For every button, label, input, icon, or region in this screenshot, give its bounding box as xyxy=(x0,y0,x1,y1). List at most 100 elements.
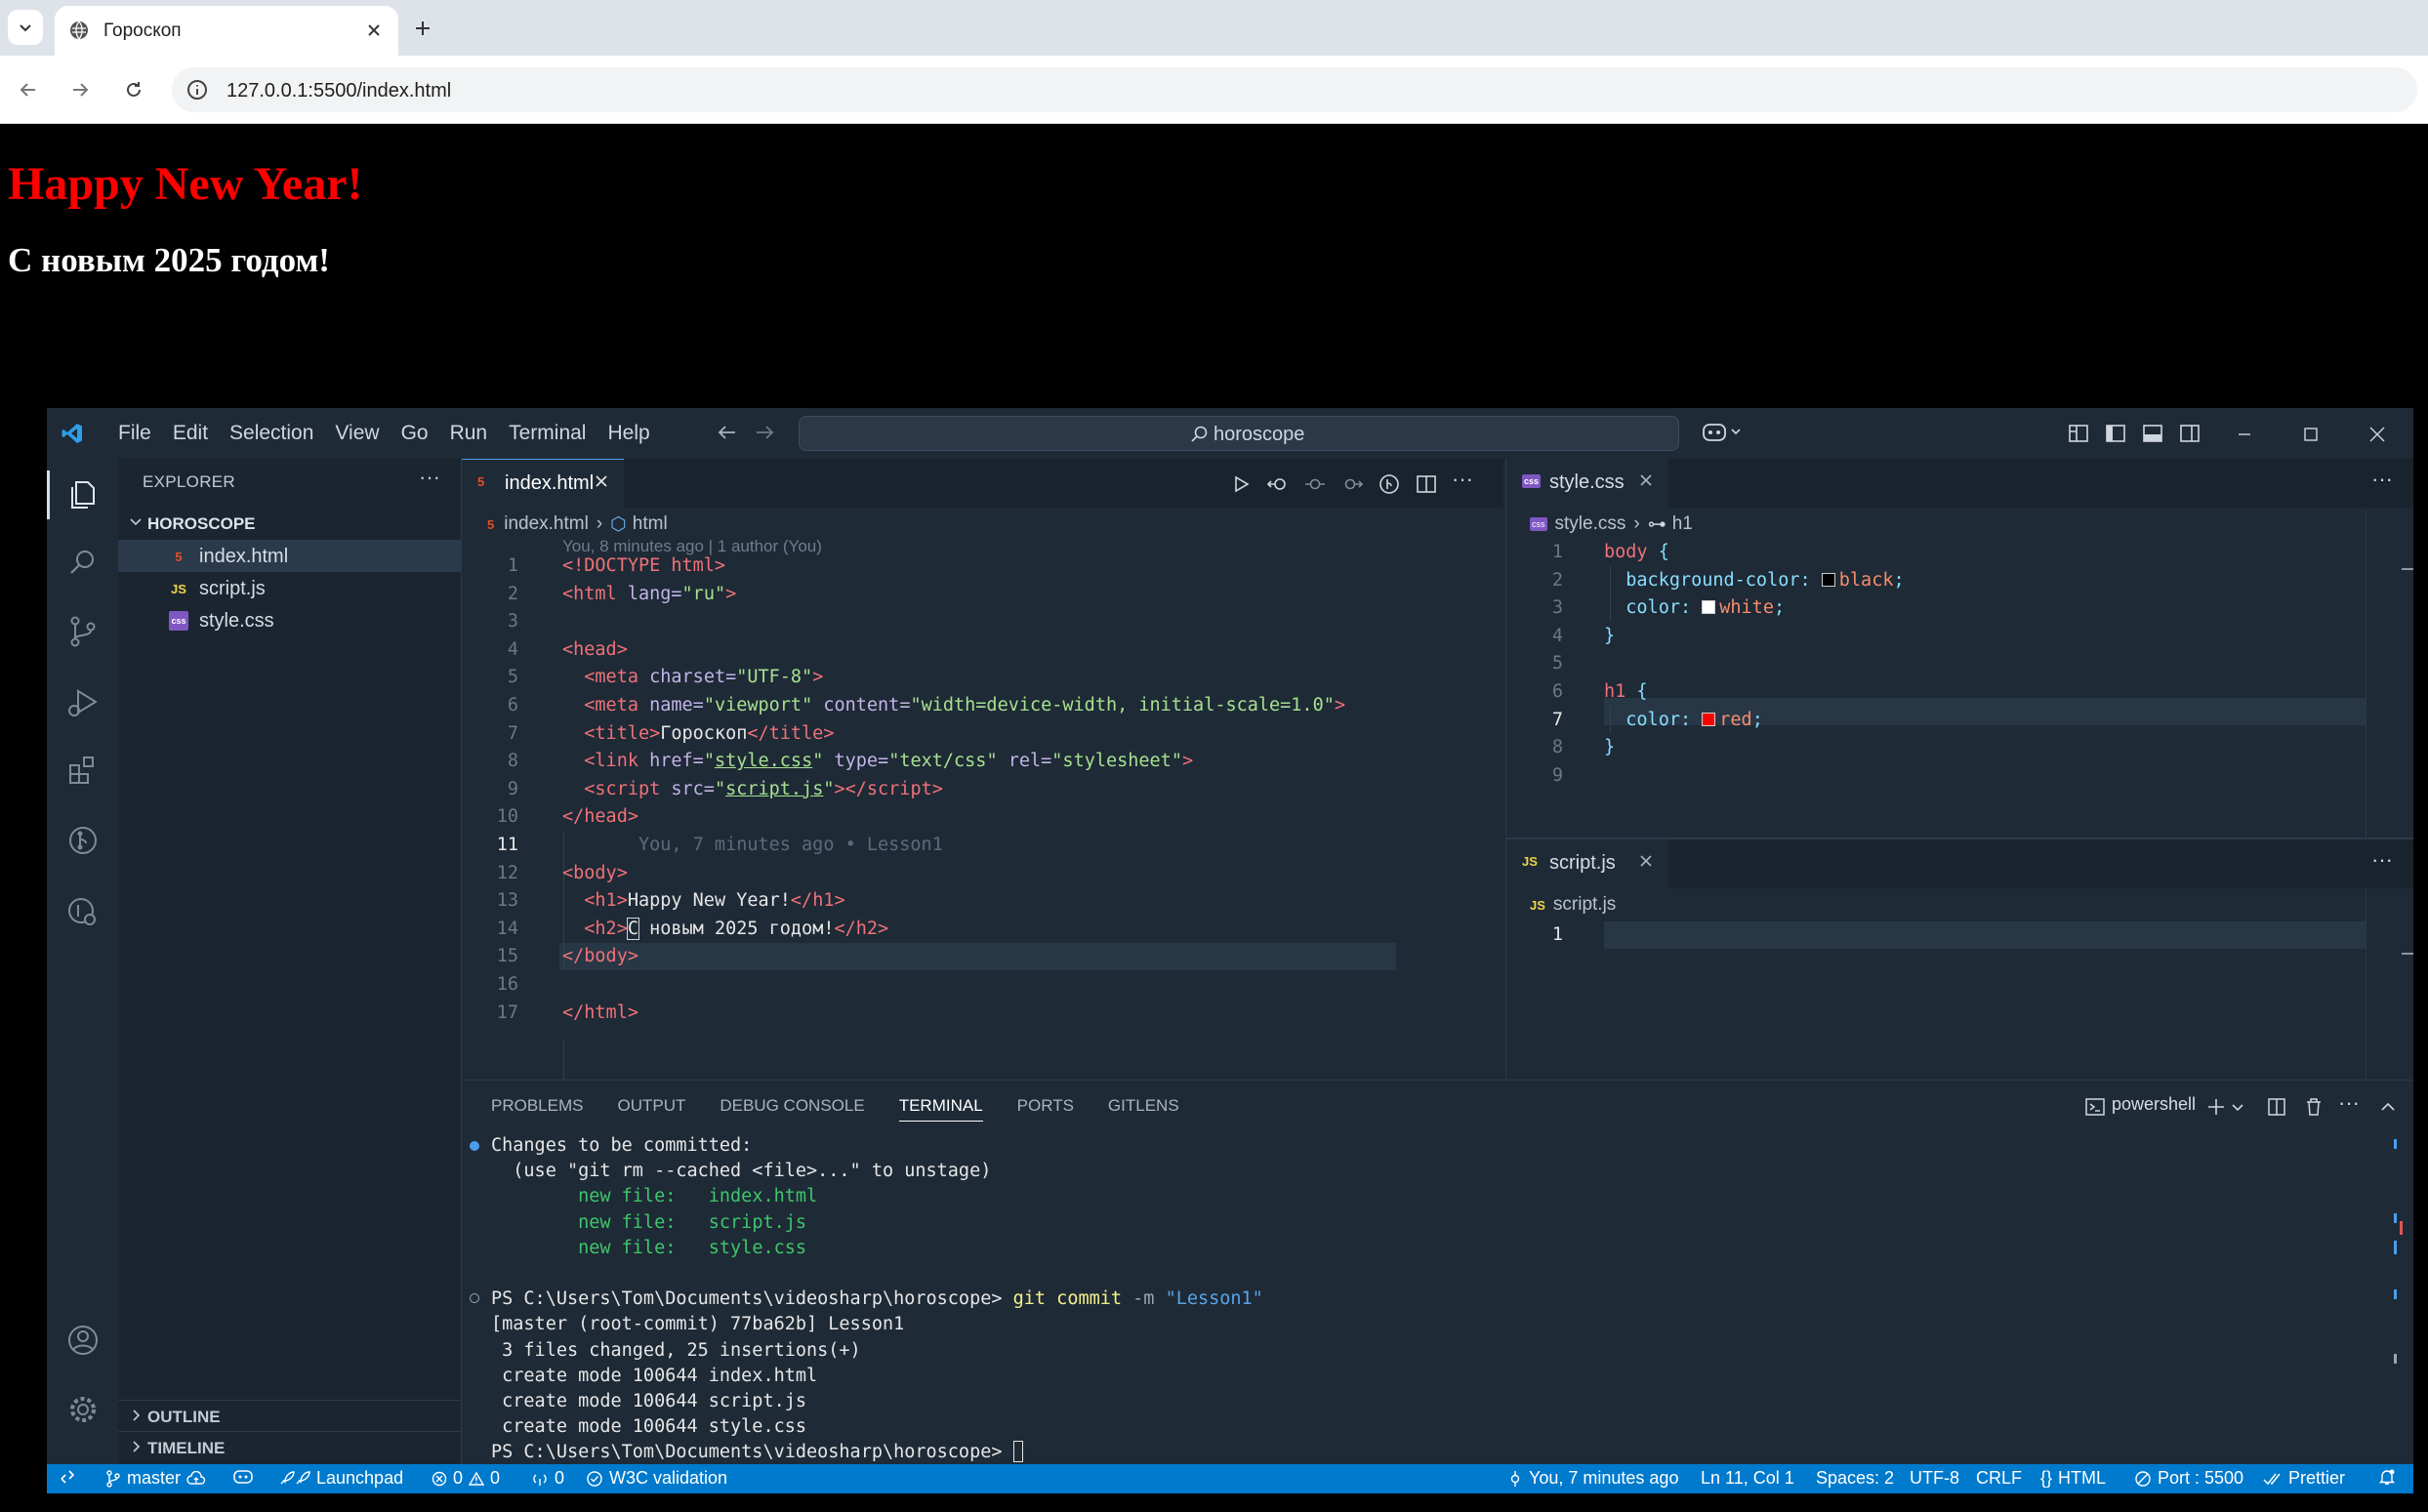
menu-view[interactable]: View xyxy=(324,422,390,445)
chevron-down-icon[interactable] xyxy=(2227,1096,2248,1118)
branch-indicator[interactable]: master xyxy=(105,1468,206,1489)
language-mode[interactable]: {} HTML xyxy=(2040,1468,2106,1489)
minimize-button[interactable] xyxy=(2230,420,2259,449)
close-icon[interactable] xyxy=(1637,471,1655,489)
close-icon[interactable] xyxy=(593,472,610,490)
terminal-output[interactable]: Changes to be committed: (use "git rm --… xyxy=(491,1133,1263,1466)
explorer-icon[interactable] xyxy=(64,476,102,513)
more-actions-icon[interactable]: ··· xyxy=(2338,1090,2360,1115)
toggle-primary-sidebar-icon[interactable] xyxy=(2105,423,2126,444)
tab-close-button[interactable] xyxy=(361,18,387,43)
notifications-button[interactable] xyxy=(2378,1468,2396,1486)
tab-ports[interactable]: PORTS xyxy=(1017,1081,1074,1131)
tab-script-js[interactable]: JS script.js xyxy=(1506,839,1668,888)
tab-debug-console[interactable]: DEBUG CONSOLE xyxy=(720,1081,864,1131)
gitlens-inspect-icon[interactable] xyxy=(1378,472,1401,496)
customize-layout-icon[interactable] xyxy=(2068,423,2089,444)
menu-help[interactable]: Help xyxy=(597,422,660,445)
extensions-icon[interactable] xyxy=(64,752,102,789)
back-button[interactable] xyxy=(10,71,47,108)
maximize-button[interactable] xyxy=(2296,420,2325,449)
live-server-status[interactable]: Port : 5500 xyxy=(2134,1468,2243,1489)
terminal-name[interactable]: powershell xyxy=(2112,1094,2196,1115)
minimap[interactable] xyxy=(2366,510,2413,838)
tab-terminal[interactable]: TERMINAL xyxy=(898,1081,983,1131)
new-tab-button[interactable] xyxy=(408,14,437,43)
split-editor-icon[interactable] xyxy=(1415,472,1438,496)
menu-file[interactable]: File xyxy=(107,422,162,445)
terminal-scrollbar[interactable] xyxy=(2390,1133,2404,1455)
code-editor-style[interactable]: body { background-color: black; color: w… xyxy=(1604,539,1905,762)
menu-go[interactable]: Go xyxy=(391,422,439,445)
arrow-left-icon[interactable] xyxy=(715,420,740,445)
file-index-html[interactable]: 5 index.html xyxy=(118,540,462,572)
menu-terminal[interactable]: Terminal xyxy=(498,422,597,445)
tab-index-html[interactable]: 5 index.html xyxy=(462,459,624,508)
code-editor-index[interactable]: <!DOCTYPE html> <html lang="ru"> <head> … xyxy=(562,552,1345,1027)
w3c-validation-status[interactable]: W3C validation xyxy=(586,1468,727,1489)
address-bar[interactable]: 127.0.0.1:5500/index.html xyxy=(172,67,2417,112)
previous-change-icon[interactable] xyxy=(1303,472,1327,496)
eol-status[interactable]: CRLF xyxy=(1976,1468,2022,1489)
breadcrumb-file[interactable]: style.css xyxy=(1555,513,1626,535)
command-center-search[interactable]: horoscope xyxy=(799,416,1679,451)
tab-gitlens[interactable]: GITLENS xyxy=(1108,1081,1179,1131)
tab-output[interactable]: OUTPUT xyxy=(617,1081,685,1131)
close-icon[interactable] xyxy=(1637,852,1655,870)
problems-status[interactable]: 0 0 xyxy=(432,1468,500,1489)
breadcrumb-symbol[interactable]: h1 xyxy=(1672,513,1693,535)
more-actions-icon[interactable]: ··· xyxy=(2371,467,2393,492)
open-changes-icon[interactable] xyxy=(1266,472,1290,496)
url-text[interactable]: 127.0.0.1:5500/index.html xyxy=(226,80,451,102)
ports-status[interactable]: 0 xyxy=(531,1468,564,1489)
prettier-status[interactable]: Prettier xyxy=(2263,1468,2345,1489)
minimap[interactable] xyxy=(2366,888,2413,1080)
copilot-icon[interactable] xyxy=(1701,420,1744,445)
remote-explorer-icon[interactable] xyxy=(64,892,102,929)
tab-problems[interactable]: PROBLEMS xyxy=(491,1081,583,1131)
arrow-right-icon[interactable] xyxy=(752,420,777,445)
gitlens-blame-status[interactable]: You, 7 minutes ago xyxy=(1507,1468,1678,1489)
search-icon[interactable] xyxy=(64,545,102,582)
more-actions-icon[interactable]: ··· xyxy=(2371,847,2393,873)
accounts-icon[interactable] xyxy=(64,1322,102,1359)
more-actions-icon[interactable]: ··· xyxy=(419,465,440,490)
toggle-secondary-sidebar-icon[interactable] xyxy=(2179,423,2201,444)
folder-horoscope[interactable]: HOROSCOPE xyxy=(118,510,462,539)
trash-icon[interactable] xyxy=(2303,1096,2325,1118)
timeline-section[interactable]: TIMELINE xyxy=(118,1431,462,1462)
breadcrumb-file[interactable]: index.html xyxy=(504,513,589,535)
forward-button[interactable] xyxy=(62,71,99,108)
more-actions-icon[interactable]: ··· xyxy=(1452,467,1475,491)
tab-style-css[interactable]: css style.css xyxy=(1506,459,1668,508)
menu-selection[interactable]: Selection xyxy=(219,422,324,445)
indentation-status[interactable]: Spaces: 2 xyxy=(1816,1468,1894,1489)
split-terminal-icon[interactable] xyxy=(2266,1096,2287,1118)
gear-icon[interactable] xyxy=(64,1391,102,1428)
reload-button[interactable] xyxy=(115,71,152,108)
run-icon[interactable] xyxy=(1229,472,1253,496)
encoding-status[interactable]: UTF-8 xyxy=(1910,1468,1959,1489)
file-style-css[interactable]: css style.css xyxy=(118,604,462,636)
cursor-position[interactable]: Ln 11, Col 1 xyxy=(1701,1468,1794,1489)
plus-icon[interactable] xyxy=(2205,1096,2227,1118)
file-script-js[interactable]: JS script.js xyxy=(118,572,462,604)
menu-run[interactable]: Run xyxy=(439,422,499,445)
copilot-status[interactable] xyxy=(232,1468,254,1486)
next-change-icon[interactable] xyxy=(1340,472,1364,496)
run-debug-icon[interactable] xyxy=(64,683,102,720)
breadcrumb-symbol[interactable]: html xyxy=(633,513,668,535)
browser-tab[interactable]: Гороскоп xyxy=(55,6,398,56)
info-icon[interactable] xyxy=(185,78,209,102)
outline-section[interactable]: OUTLINE xyxy=(118,1400,462,1431)
gitlens-icon[interactable] xyxy=(64,822,102,859)
source-control-icon[interactable] xyxy=(64,613,102,650)
close-window-button[interactable] xyxy=(2363,420,2392,449)
launchpad-status[interactable]: Launchpad xyxy=(277,1468,403,1489)
breadcrumb-file[interactable]: script.js xyxy=(1553,894,1616,916)
menu-edit[interactable]: Edit xyxy=(162,422,219,445)
remote-indicator[interactable] xyxy=(59,1468,76,1486)
maximize-panel-icon[interactable] xyxy=(2377,1096,2399,1118)
tab-search-button[interactable] xyxy=(8,10,43,45)
toggle-panel-icon[interactable] xyxy=(2142,423,2163,444)
